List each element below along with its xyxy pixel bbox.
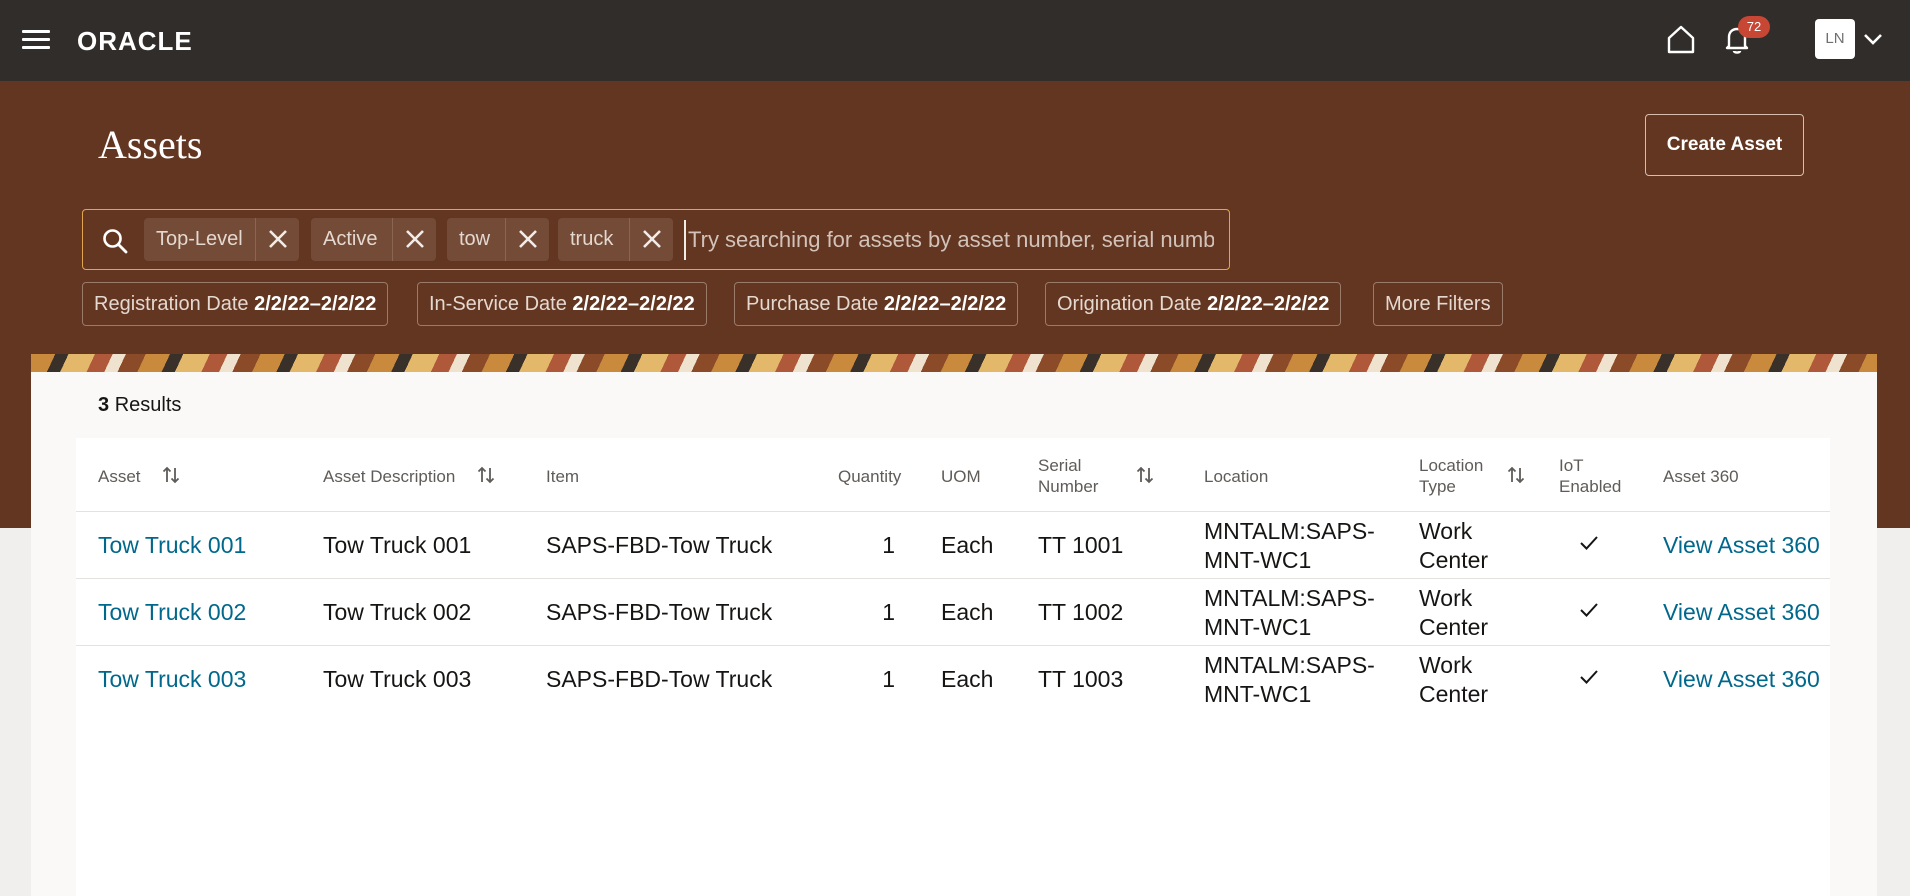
registration-date-filter[interactable]: Registration Date 2/2/22–2/2/22 [82,282,389,326]
filter-value: 2/2/22–2/2/22 [1207,293,1330,315]
top-bar: ORACLE 72 LN [0,0,1910,81]
location-cell: MNTALM:SAPS-MNT-WC1 [1204,585,1375,640]
quantity-cell: 1 [882,532,895,558]
view-asset-360-link[interactable]: View Asset 360 [1663,598,1820,627]
quantity-cell: 1 [882,666,895,692]
filter-value: 2/2/22–2/2/22 [254,293,377,315]
filter-chip-active: Active [311,218,436,261]
oracle-logo[interactable]: ORACLE [77,26,193,57]
search-input[interactable] [684,220,1214,260]
location-type-cell: Work Center [1419,652,1489,707]
filter-chip-tow: tow [447,218,549,261]
location-cell: MNTALM:SAPS-MNT-WC1 [1204,652,1375,707]
remove-chip-close-icon[interactable] [505,218,549,261]
row-divider [76,645,1830,646]
remove-chip-close-icon[interactable] [255,218,299,261]
column-header-iot-enabled: IoT Enabled [1559,456,1622,496]
sort-icon[interactable] [477,465,495,485]
serial-number-cell: TT 1003 [1038,666,1124,692]
filter-chip-truck: truck [558,218,673,261]
results-count-number: 3 [98,394,110,416]
column-header-location: Location [1204,467,1269,486]
chevron-down-icon[interactable] [1862,28,1884,50]
home-icon[interactable] [1664,22,1698,56]
sort-icon[interactable] [162,465,180,485]
column-header-quantity: Quantity [838,467,902,486]
column-header-asset[interactable]: Asset [98,466,141,487]
search-icon [101,227,129,255]
hamburger-menu-icon[interactable] [22,28,50,52]
view-asset-360-link[interactable]: View Asset 360 [1663,665,1820,694]
asset-description-cell: Tow Truck 003 [323,666,472,692]
uom-cell: Each [941,532,994,558]
filter-value: 2/2/22–2/2/22 [883,293,1007,315]
view-asset-360-link[interactable]: View Asset 360 [1663,531,1820,560]
row-divider [76,578,1830,579]
chip-label: truck [570,228,614,250]
item-cell: SAPS-FBD-Tow Truck [546,666,773,692]
decorative-pattern-stripe [31,354,1877,372]
column-header-asset-360: Asset 360 [1663,467,1739,486]
filter-label: More Filters [1385,293,1491,315]
column-header-location-type[interactable]: Location Type [1419,455,1494,497]
page-title: Assets [98,122,203,167]
sort-icon[interactable] [1136,465,1154,485]
chip-label: tow [459,228,491,250]
chip-label: Active [323,228,378,250]
uom-cell: Each [941,666,994,692]
user-avatar[interactable]: LN [1815,19,1855,59]
sort-icon[interactable] [1507,465,1525,485]
filter-label: Registration Date [94,293,249,315]
asset-link[interactable]: Tow Truck 001 [98,531,246,560]
location-type-cell: Work Center [1419,518,1489,573]
item-cell: SAPS-FBD-Tow Truck [546,599,773,625]
column-header-item: Item [546,467,580,486]
asset-link[interactable]: Tow Truck 003 [98,665,246,694]
asset-link[interactable]: Tow Truck 002 [98,598,246,627]
column-header-serial-number[interactable]: Serial Number [1038,455,1108,497]
results-count-label: Results [114,394,182,416]
more-filters-button[interactable]: More Filters [1373,282,1503,326]
asset-description-cell: Tow Truck 002 [323,599,472,625]
results-count: 3 Results [98,394,181,417]
create-asset-button[interactable]: Create Asset [1645,114,1804,176]
location-type-cell: Work Center [1419,585,1489,640]
checkmark-icon [1579,600,1599,620]
item-cell: SAPS-FBD-Tow Truck [546,532,773,558]
location-cell: MNTALM:SAPS-MNT-WC1 [1204,518,1375,573]
serial-number-cell: TT 1002 [1038,599,1124,625]
filter-chip-top-level: Top-Level [144,218,299,261]
quantity-cell: 1 [882,599,895,625]
in-service-date-filter[interactable]: In-Service Date 2/2/22–2/2/22 [417,282,707,326]
checkmark-icon [1579,533,1599,553]
filter-label: In-Service Date [429,293,567,315]
header-divider [76,511,1830,512]
filter-value: 2/2/22–2/2/22 [572,293,695,315]
chip-label: Top-Level [156,228,243,250]
origination-date-filter[interactable]: Origination Date 2/2/22–2/2/22 [1045,282,1342,326]
column-header-asset-description[interactable]: Asset Description [323,466,455,487]
filter-label: Purchase Date [746,293,879,315]
notification-count-badge: 72 [1738,16,1770,38]
search-bar[interactable]: Top-Level Active tow truck [82,209,1230,270]
checkmark-icon [1579,667,1599,687]
serial-number-cell: TT 1001 [1038,532,1124,558]
column-header-uom: UOM [941,467,981,486]
uom-cell: Each [941,599,994,625]
remove-chip-close-icon[interactable] [629,218,673,261]
purchase-date-filter[interactable]: Purchase Date 2/2/22–2/2/22 [734,282,1019,326]
asset-description-cell: Tow Truck 001 [323,532,472,558]
filter-label: Origination Date [1057,293,1202,315]
remove-chip-close-icon[interactable] [392,218,436,261]
